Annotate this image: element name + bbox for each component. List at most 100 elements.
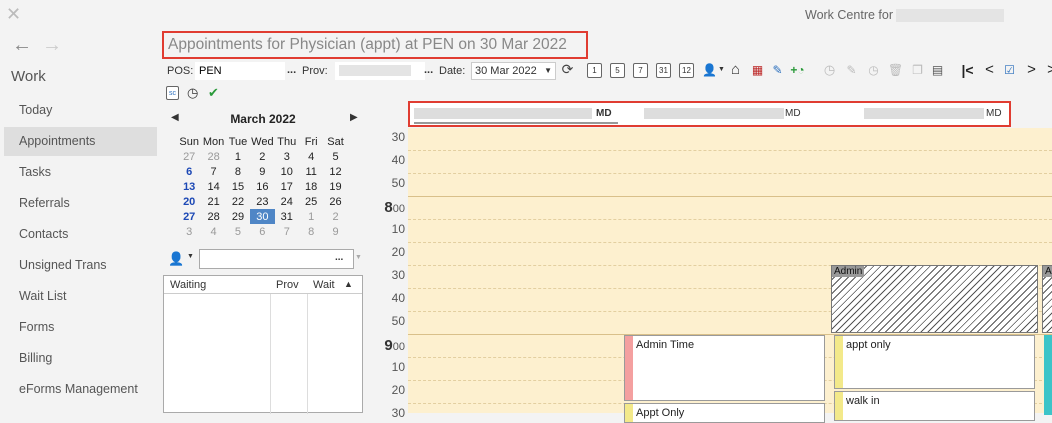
calendar-day[interactable]: 28: [201, 149, 225, 164]
refresh-icon[interactable]: ⟳: [560, 62, 575, 78]
edit-provider-icon[interactable]: ✎: [770, 63, 785, 78]
calendar-day[interactable]: 6: [250, 224, 274, 239]
history-icon[interactable]: ◷: [187, 85, 198, 101]
next-month-icon[interactable]: ▶: [350, 112, 358, 123]
schedule-slots[interactable]: Admin Ad Admin Time Appt Only appt only …: [408, 128, 1052, 423]
calendar-day[interactable]: 3: [177, 224, 201, 239]
calendar-day[interactable]: 8: [299, 224, 323, 239]
sidebar-item-forms[interactable]: Forms: [4, 313, 157, 342]
calendar-day[interactable]: 3: [275, 149, 299, 164]
sidebar-item-referrals[interactable]: Referrals: [4, 189, 157, 218]
calendar-day[interactable]: 19: [323, 179, 347, 194]
sidebar-item-wait-list[interactable]: Wait List: [4, 282, 157, 311]
check-clock-icon[interactable]: ✔: [208, 85, 219, 101]
sidebar-item-unsigned-trans[interactable]: Unsigned Trans: [4, 251, 157, 280]
appointment-teal[interactable]: [1044, 335, 1052, 415]
calendar-day[interactable]: 12: [323, 164, 347, 179]
next-icon[interactable]: >: [1024, 62, 1039, 78]
waitlist-lookup-button[interactable]: ...: [335, 252, 343, 263]
calendar-day[interactable]: 13: [177, 179, 201, 194]
calendar-day[interactable]: 25: [299, 194, 323, 209]
calendar-day[interactable]: 24: [275, 194, 299, 209]
calendar-day[interactable]: 29: [226, 209, 250, 224]
remove-appointment-icon[interactable]: ◷: [866, 63, 881, 78]
calendar-day[interactable]: 21: [201, 194, 225, 209]
calendar-day[interactable]: 5: [323, 149, 347, 164]
calendar-day[interactable]: 26: [323, 194, 347, 209]
calendar-day[interactable]: 9: [250, 164, 274, 179]
calendar-day[interactable]: 7: [275, 224, 299, 239]
calendar-day[interactable]: 9: [323, 224, 347, 239]
person-icon[interactable]: 👤: [168, 251, 184, 267]
hospital-icon[interactable]: ▦: [750, 63, 765, 78]
prov-lookup-button[interactable]: ...: [424, 64, 433, 76]
calendar-day[interactable]: 7: [201, 164, 225, 179]
month-view-icon[interactable]: 31: [656, 63, 671, 78]
calendar-day[interactable]: 2: [250, 149, 274, 164]
schedule-icon[interactable]: sc: [166, 86, 179, 100]
calendar-day[interactable]: 30: [250, 209, 275, 224]
column-prov[interactable]: Prov: [276, 279, 299, 291]
year-view-icon[interactable]: 12: [679, 63, 694, 78]
add-appointment-icon[interactable]: +◔: [790, 63, 805, 78]
calendar-day[interactable]: 1: [226, 149, 250, 164]
admin-block[interactable]: Admin: [831, 265, 1038, 333]
calendar-day[interactable]: 4: [299, 149, 323, 164]
last-page-icon[interactable]: >: [1044, 62, 1052, 78]
appointment-appt-only[interactable]: Appt Only: [624, 403, 825, 423]
day-view-icon[interactable]: 1: [587, 63, 602, 78]
calendar-day[interactable]: 14: [201, 179, 225, 194]
calendar-day[interactable]: 5: [226, 224, 250, 239]
pencil-icon[interactable]: ✎: [844, 63, 859, 78]
sidebar-item-appointments[interactable]: Appointments: [4, 127, 157, 156]
date-select[interactable]: 30 Mar 2022 ▼: [471, 62, 556, 80]
calendar-day[interactable]: 27: [177, 149, 201, 164]
sidebar-item-eforms-management[interactable]: eForms Management: [4, 375, 157, 404]
trash-icon[interactable]: 🗑: [888, 63, 903, 78]
calendar-day[interactable]: 15: [226, 179, 250, 194]
appointment-admin-time[interactable]: Admin Time: [624, 335, 825, 401]
week-view-icon[interactable]: 7: [633, 63, 648, 78]
column-wait[interactable]: Wait: [313, 279, 335, 291]
calendar-day[interactable]: 6: [177, 164, 201, 179]
home-icon[interactable]: ⌂: [728, 62, 743, 78]
calendar-day[interactable]: 8: [226, 164, 250, 179]
sidebar-item-today[interactable]: Today: [4, 96, 157, 125]
back-arrow-icon[interactable]: ←: [12, 34, 32, 57]
calendar-day[interactable]: 10: [275, 164, 299, 179]
calendar-day[interactable]: 31: [275, 209, 299, 224]
calendar-day[interactable]: 4: [201, 224, 225, 239]
work-week-view-icon[interactable]: 5: [610, 63, 625, 78]
calendar-day[interactable]: 16: [250, 179, 274, 194]
sidebar-item-contacts[interactable]: Contacts: [4, 220, 157, 249]
sidebar-item-billing[interactable]: Billing: [4, 344, 157, 373]
calendar-day[interactable]: 20: [177, 194, 201, 209]
calendar-day[interactable]: 22: [226, 194, 250, 209]
sidebar-item-tasks[interactable]: Tasks: [4, 158, 157, 187]
calendar-day[interactable]: 28: [201, 209, 225, 224]
calendar-day[interactable]: 17: [275, 179, 299, 194]
calendar-day[interactable]: 23: [250, 194, 274, 209]
pos-input[interactable]: [195, 62, 285, 80]
pos-lookup-button[interactable]: ...: [287, 64, 296, 76]
sort-asc-icon[interactable]: ▲: [344, 279, 353, 289]
column-waiting[interactable]: Waiting: [170, 279, 206, 291]
copy-icon[interactable]: ❐: [910, 63, 925, 78]
admin-block[interactable]: Ad: [1042, 265, 1052, 333]
calendar-day[interactable]: 27: [177, 209, 201, 224]
calendar-day[interactable]: 2: [323, 209, 347, 224]
calendar-day[interactable]: 11: [299, 164, 323, 179]
today-check-icon[interactable]: ☑: [1002, 63, 1017, 78]
appointment-walk-in[interactable]: walk in: [834, 391, 1035, 421]
first-page-icon[interactable]: |<: [960, 63, 975, 78]
note-icon[interactable]: ▤: [930, 63, 945, 78]
calendar-day[interactable]: 18: [299, 179, 323, 194]
previous-icon[interactable]: <: [982, 62, 997, 78]
calendar-day[interactable]: 1: [299, 209, 323, 224]
waitlist-search-input[interactable]: [199, 249, 354, 269]
forward-arrow-icon[interactable]: →: [42, 34, 62, 57]
clock-icon[interactable]: ◷: [822, 63, 837, 78]
appointment-appt-only-2[interactable]: appt only: [834, 335, 1035, 389]
close-icon[interactable]: ✕: [6, 4, 21, 25]
prov-input[interactable]: [335, 62, 425, 80]
